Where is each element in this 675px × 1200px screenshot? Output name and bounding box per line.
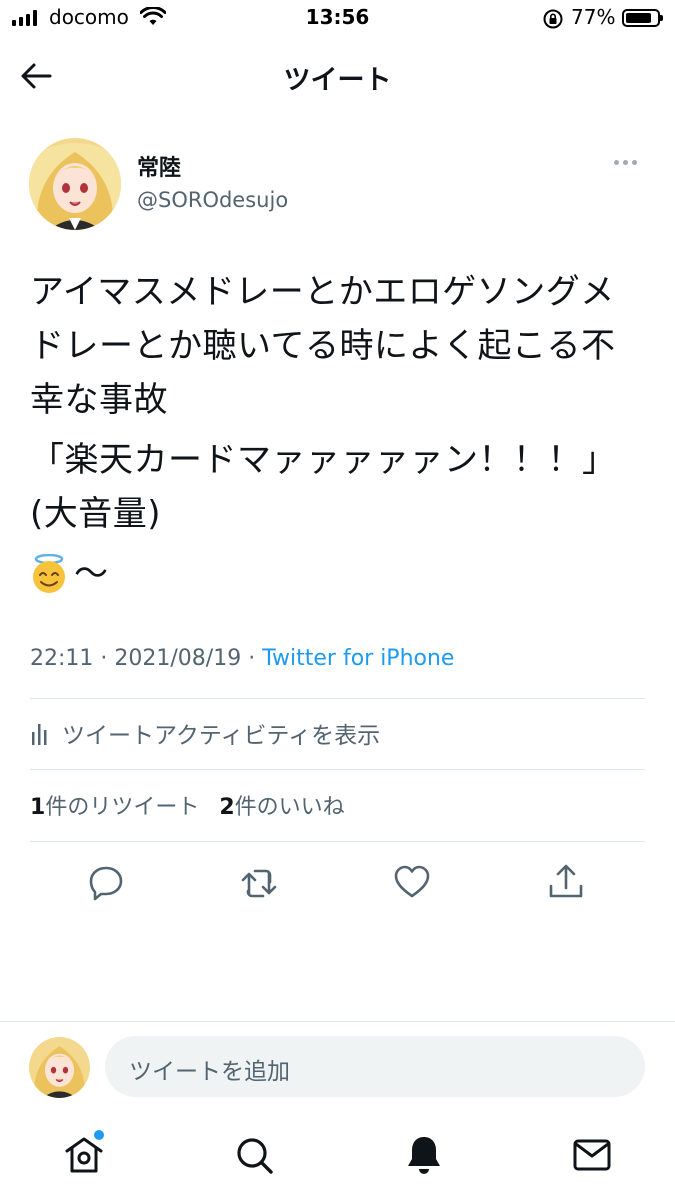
battery-icon (622, 9, 663, 27)
tweet-source-link[interactable]: Twitter for iPhone (262, 646, 454, 671)
tweet-text-line: アイマスメドレーとかエロゲソングメドレーとか聴いてる時によく起こる不幸な事故 (30, 272, 616, 420)
tweet-emoji-text: 〜 (74, 554, 109, 594)
retweet-count: 1 (30, 795, 46, 820)
tweet-activity-link[interactable]: ツイートアクティビティを表示 (30, 716, 380, 750)
reply-input-placeholder: ツイートを追加 (129, 1059, 290, 1085)
more-options-icon[interactable] (614, 160, 637, 165)
tweet-time: 22:11 (30, 646, 94, 671)
like-count: 2 (219, 795, 235, 820)
retweet-count-link[interactable]: 1件のリツイート (30, 789, 199, 821)
search-icon[interactable] (232, 1133, 276, 1177)
tweet-emoji-line: 〜 (30, 547, 645, 601)
author-name[interactable]: 常陸 (137, 150, 181, 182)
author-avatar[interactable] (29, 138, 121, 230)
like-count-label: 件のいいね (234, 795, 345, 820)
engagement-counts: 1件のリツイート 2件のいいね (30, 789, 345, 821)
battery-percent: 77% (571, 5, 616, 29)
divider (30, 698, 645, 699)
tweet-activity-label: ツイートアクティビティを表示 (62, 723, 381, 749)
smiling-halo-emoji-icon (33, 554, 65, 593)
home-notification-dot (94, 1130, 104, 1140)
meta-separator: · (248, 646, 256, 671)
author-handle[interactable]: @SOROdesujo (137, 188, 288, 212)
mail-icon[interactable] (570, 1133, 614, 1177)
retweet-count-label: 件のリツイート (45, 795, 200, 820)
status-bar: docomo 13:56 77% (0, 0, 675, 38)
rotation-lock-icon (543, 9, 563, 29)
divider (0, 1021, 675, 1022)
page-title: ツイート (283, 65, 392, 96)
tweet-meta: 22:11 · 2021/08/19 · Twitter for iPhone (30, 646, 454, 671)
like-count-link[interactable]: 2件のいいね (219, 789, 344, 821)
my-avatar[interactable] (29, 1037, 90, 1098)
meta-separator: · (100, 646, 108, 671)
divider (30, 769, 645, 770)
activity-chart-icon (32, 724, 47, 745)
bell-icon[interactable] (402, 1133, 446, 1177)
divider (30, 841, 645, 842)
retweet-icon[interactable] (239, 862, 279, 902)
tweet-date: 2021/08/19 (114, 646, 242, 671)
heart-icon[interactable] (392, 862, 432, 902)
reply-icon[interactable] (86, 862, 126, 902)
tweet-text: アイマスメドレーとかエロゲソングメドレーとか聴いてる時によく起こる不幸な事故 「… (30, 265, 645, 607)
share-icon[interactable] (546, 862, 586, 902)
reply-input[interactable]: ツイートを追加 (105, 1036, 645, 1097)
tweet-text-line: 「楽天カードマァァァァァン！！！」(大音量) (30, 440, 617, 534)
